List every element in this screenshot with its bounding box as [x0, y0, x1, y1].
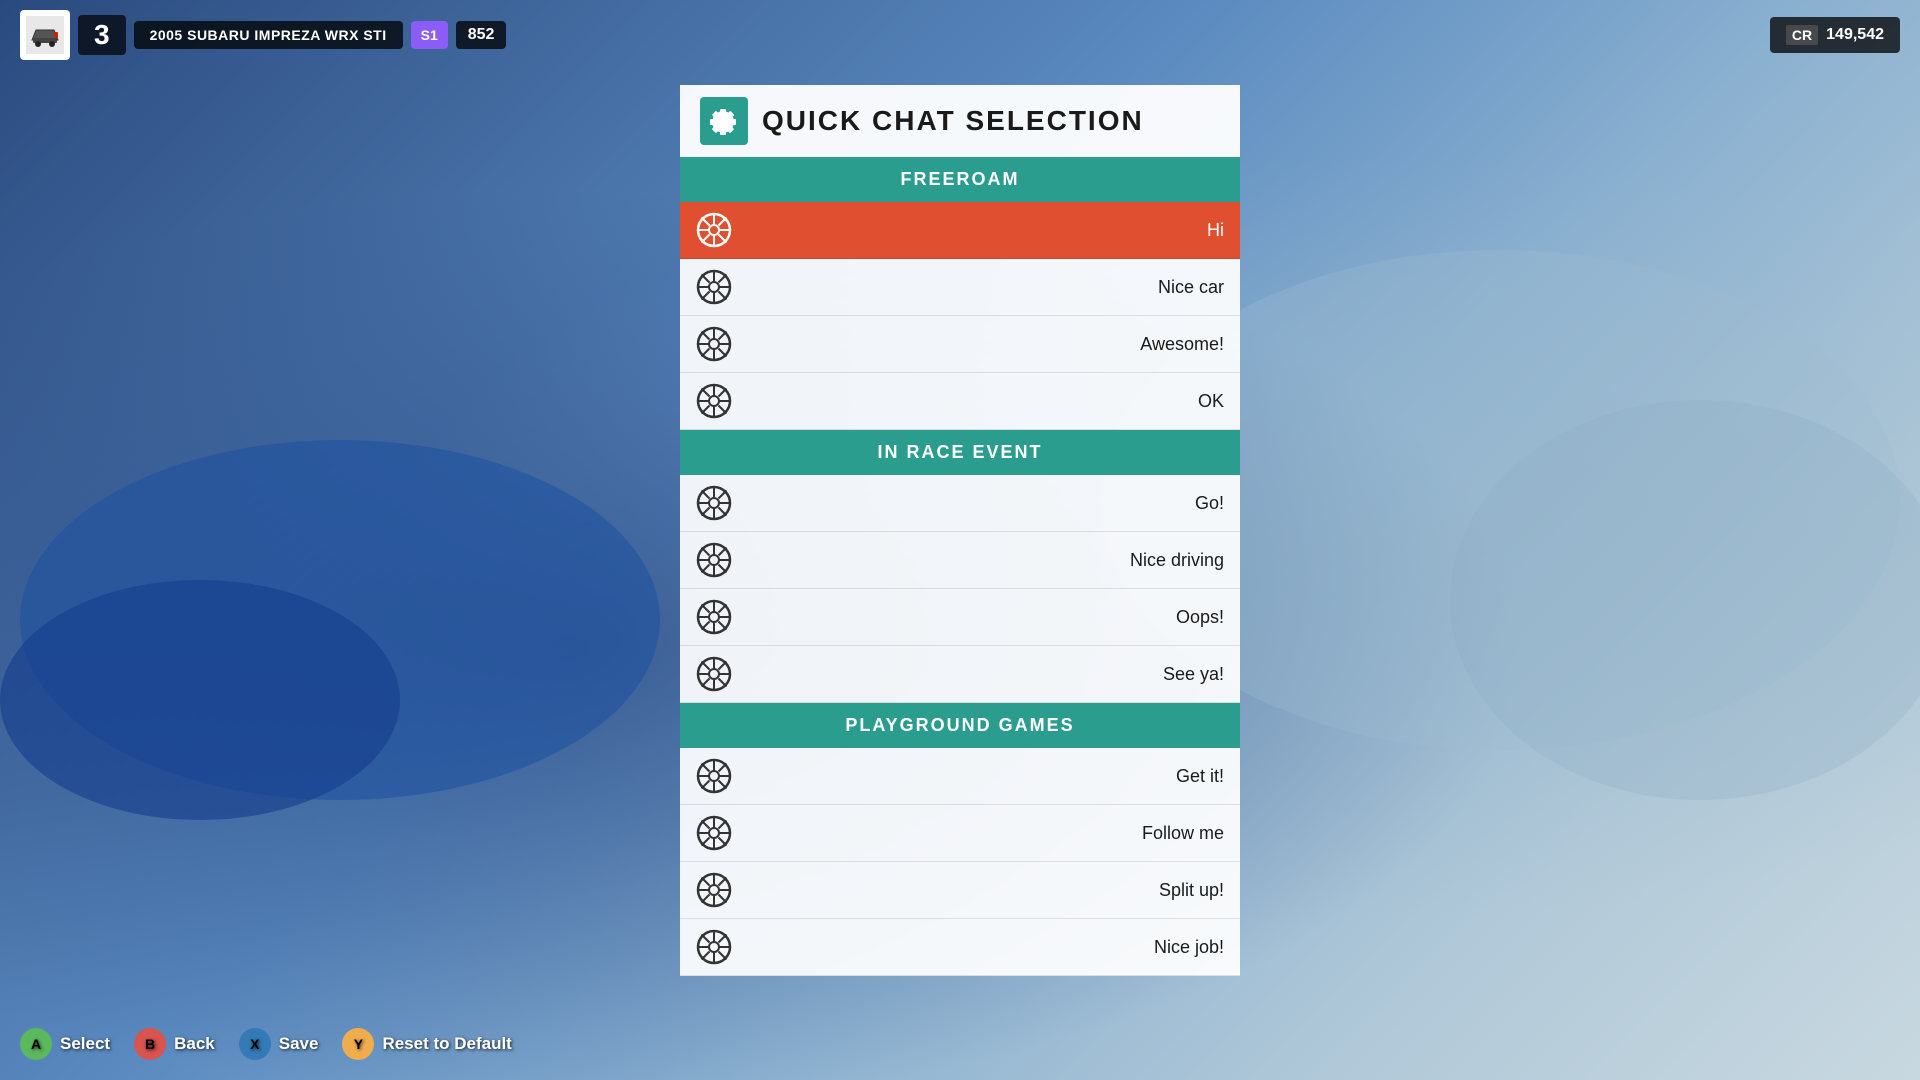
bottom-controls: A Select B Back X Save Y Reset to Defaul…	[20, 1028, 512, 1060]
player-icon	[20, 10, 70, 60]
reset-control: Y Reset to Default	[342, 1028, 511, 1060]
x-button-icon: X	[239, 1028, 271, 1060]
chat-item-oops[interactable]: Oops!	[680, 589, 1240, 646]
chat-item-see-ya[interactable]: See ya!	[680, 646, 1240, 703]
car-name-badge: 2005 SUBARU IMPREZA WRX STI	[134, 21, 403, 49]
a-button-icon: A	[20, 1028, 52, 1060]
chat-label-nice-driving: Nice driving	[744, 550, 1224, 571]
chat-label-ok: OK	[744, 391, 1224, 412]
chat-label-get-it: Get it!	[744, 766, 1224, 787]
section-header-playground: PLAYGROUND GAMES	[680, 703, 1240, 748]
chat-label-see-ya: See ya!	[744, 664, 1224, 685]
chat-item-nice-job[interactable]: Nice job!	[680, 919, 1240, 976]
chat-item-awesome[interactable]: Awesome!	[680, 316, 1240, 373]
section-header-race: IN RACE EVENT	[680, 430, 1240, 475]
chat-label-follow-me: Follow me	[744, 823, 1224, 844]
chat-label-split-up: Split up!	[744, 880, 1224, 901]
chat-item-get-it[interactable]: Get it!	[680, 748, 1240, 805]
save-control: X Save	[239, 1028, 319, 1060]
y-button-icon: Y	[342, 1028, 374, 1060]
quick-chat-panel: QUICK CHAT SELECTION FREEROAM Hi	[680, 85, 1240, 976]
panel-title-text: QUICK CHAT SELECTION	[762, 105, 1144, 137]
chat-item-nice-driving[interactable]: Nice driving	[680, 532, 1240, 589]
chat-item-hi[interactable]: Hi	[680, 202, 1240, 259]
chat-label-awesome: Awesome!	[744, 334, 1224, 355]
class-badge: S1	[411, 21, 448, 49]
top-hud: 3 2005 SUBARU IMPREZA WRX STI S1 852 CR …	[0, 0, 1920, 70]
cr-badge: CR 149,542	[1770, 17, 1900, 53]
chat-item-go[interactable]: Go!	[680, 475, 1240, 532]
select-label: Select	[60, 1034, 110, 1054]
chat-item-nice-car[interactable]: Nice car	[680, 259, 1240, 316]
select-control: A Select	[20, 1028, 110, 1060]
pi-badge: 852	[456, 21, 507, 49]
player-info: 3 2005 SUBARU IMPREZA WRX STI S1 852	[20, 10, 506, 60]
chat-item-follow-me[interactable]: Follow me	[680, 805, 1240, 862]
chat-label-nice-job: Nice job!	[744, 937, 1224, 958]
gear-icon	[700, 97, 748, 145]
back-label: Back	[174, 1034, 215, 1054]
chat-label-oops: Oops!	[744, 607, 1224, 628]
panel-title-bar: QUICK CHAT SELECTION	[680, 85, 1240, 157]
section-header-freeroam: FREEROAM	[680, 157, 1240, 202]
chat-label-go: Go!	[744, 493, 1224, 514]
reset-label: Reset to Default	[382, 1034, 511, 1054]
save-label: Save	[279, 1034, 319, 1054]
chat-item-ok[interactable]: OK	[680, 373, 1240, 430]
chat-label-nice-car: Nice car	[744, 277, 1224, 298]
back-control: B Back	[134, 1028, 215, 1060]
chat-label-hi: Hi	[744, 220, 1224, 241]
position-badge: 3	[78, 15, 126, 55]
chat-item-split-up[interactable]: Split up!	[680, 862, 1240, 919]
b-button-icon: B	[134, 1028, 166, 1060]
